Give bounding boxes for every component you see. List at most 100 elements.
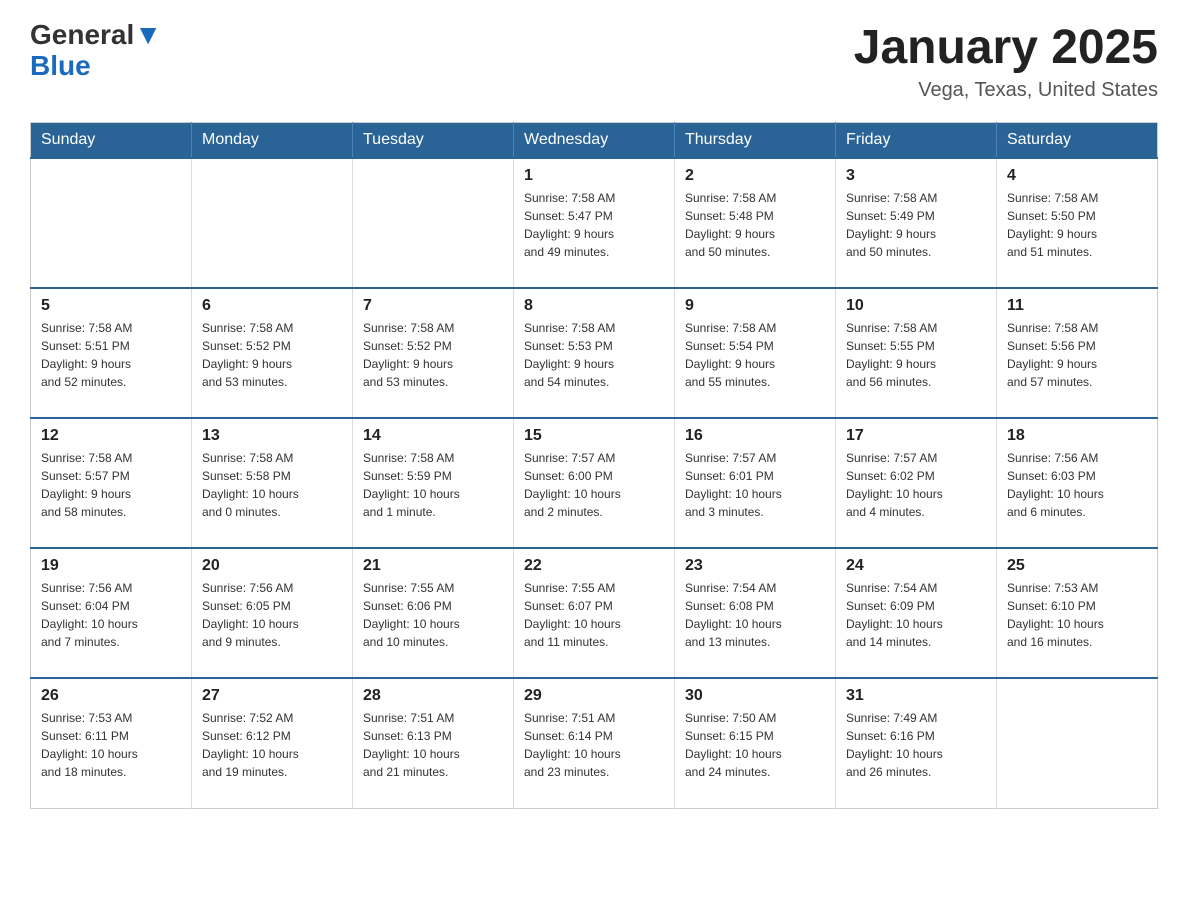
logo-triangle-icon: ▼ [134, 19, 162, 50]
day-info: Sunrise: 7:56 AMSunset: 6:05 PMDaylight:… [202, 579, 342, 651]
calendar-cell: 10 Sunrise: 7:58 AMSunset: 5:55 PMDayligh… [836, 288, 997, 418]
day-number: 26 [41, 687, 181, 705]
day-info: Sunrise: 7:58 AMSunset: 5:58 PMDaylight:… [202, 449, 342, 521]
calendar-cell [31, 158, 192, 288]
calendar-cell: 26 Sunrise: 7:53 AMSunset: 6:11 PMDayligh… [31, 678, 192, 808]
day-info: Sunrise: 7:58 AMSunset: 5:54 PMDaylight:… [685, 319, 825, 391]
day-number: 13 [202, 427, 342, 445]
calendar-cell: 6 Sunrise: 7:58 AMSunset: 5:52 PMDaylight… [192, 288, 353, 418]
day-info: Sunrise: 7:53 AMSunset: 6:11 PMDaylight:… [41, 709, 181, 781]
day-number: 10 [846, 297, 986, 315]
day-info: Sunrise: 7:58 AMSunset: 5:55 PMDaylight:… [846, 319, 986, 391]
day-number: 1 [524, 167, 664, 185]
calendar-week-row: 1 Sunrise: 7:58 AMSunset: 5:47 PMDaylight… [31, 158, 1158, 288]
calendar-cell: 9 Sunrise: 7:58 AMSunset: 5:54 PMDaylight… [675, 288, 836, 418]
calendar-cell [192, 158, 353, 288]
day-number: 18 [1007, 427, 1147, 445]
day-number: 9 [685, 297, 825, 315]
calendar-cell: 29 Sunrise: 7:51 AMSunset: 6:14 PMDayligh… [514, 678, 675, 808]
calendar-cell: 16Sunrise: 7:57 AMSunset: 6:01 PMDayligh… [675, 418, 836, 548]
logo-blue-text: Blue [30, 50, 91, 81]
day-number: 29 [524, 687, 664, 705]
calendar-cell: 13 Sunrise: 7:58 AMSunset: 5:58 PMDayligh… [192, 418, 353, 548]
calendar-cell: 17Sunrise: 7:57 AMSunset: 6:02 PMDayligh… [836, 418, 997, 548]
calendar-cell: 7Sunrise: 7:58 AMSunset: 5:52 PMDaylight… [353, 288, 514, 418]
day-info: Sunrise: 7:58 AMSunset: 5:49 PMDaylight:… [846, 189, 986, 261]
day-header-sunday: Sunday [31, 123, 192, 159]
day-number: 28 [363, 687, 503, 705]
title-section: January 2025 Vega, Texas, United States [854, 20, 1158, 102]
day-info: Sunrise: 7:57 AMSunset: 6:01 PMDaylight:… [685, 449, 825, 521]
calendar-week-row: 26 Sunrise: 7:53 AMSunset: 6:11 PMDayligh… [31, 678, 1158, 808]
day-header-monday: Monday [192, 123, 353, 159]
day-info: Sunrise: 7:58 AMSunset: 5:53 PMDaylight:… [524, 319, 664, 391]
calendar-header-row: SundayMondayTuesdayWednesdayThursdayFrid… [31, 123, 1158, 159]
day-number: 21 [363, 557, 503, 575]
day-number: 31 [846, 687, 986, 705]
day-header-friday: Friday [836, 123, 997, 159]
day-number: 27 [202, 687, 342, 705]
day-number: 20 [202, 557, 342, 575]
day-info: Sunrise: 7:57 AMSunset: 6:02 PMDaylight:… [846, 449, 986, 521]
day-info: Sunrise: 7:56 AMSunset: 6:04 PMDaylight:… [41, 579, 181, 651]
day-number: 2 [685, 167, 825, 185]
day-info: Sunrise: 7:53 AMSunset: 6:10 PMDaylight:… [1007, 579, 1147, 651]
day-info: Sunrise: 7:58 AMSunset: 5:51 PMDaylight:… [41, 319, 181, 391]
day-number: 22 [524, 557, 664, 575]
day-header-thursday: Thursday [675, 123, 836, 159]
day-number: 4 [1007, 167, 1147, 185]
day-info: Sunrise: 7:58 AMSunset: 5:52 PMDaylight:… [202, 319, 342, 391]
day-info: Sunrise: 7:56 AMSunset: 6:03 PMDaylight:… [1007, 449, 1147, 521]
calendar-cell: 15Sunrise: 7:57 AMSunset: 6:00 PMDayligh… [514, 418, 675, 548]
day-header-wednesday: Wednesday [514, 123, 675, 159]
calendar-cell: 4 Sunrise: 7:58 AMSunset: 5:50 PMDaylight… [997, 158, 1158, 288]
day-info: Sunrise: 7:57 AMSunset: 6:00 PMDaylight:… [524, 449, 664, 521]
day-info: Sunrise: 7:54 AMSunset: 6:08 PMDaylight:… [685, 579, 825, 651]
calendar-cell: 21 Sunrise: 7:55 AMSunset: 6:06 PMDayligh… [353, 548, 514, 678]
day-number: 6 [202, 297, 342, 315]
calendar-cell: 25Sunrise: 7:53 AMSunset: 6:10 PMDayligh… [997, 548, 1158, 678]
day-header-tuesday: Tuesday [353, 123, 514, 159]
calendar-cell: 23 Sunrise: 7:54 AMSunset: 6:08 PMDayligh… [675, 548, 836, 678]
calendar-week-row: 5 Sunrise: 7:58 AMSunset: 5:51 PMDaylight… [31, 288, 1158, 418]
calendar-cell: 5 Sunrise: 7:58 AMSunset: 5:51 PMDaylight… [31, 288, 192, 418]
calendar-cell: 19 Sunrise: 7:56 AMSunset: 6:04 PMDayligh… [31, 548, 192, 678]
day-info: Sunrise: 7:49 AMSunset: 6:16 PMDaylight:… [846, 709, 986, 781]
logo: General▼Blue [30, 20, 162, 82]
day-info: Sunrise: 7:58 AMSunset: 5:57 PMDaylight:… [41, 449, 181, 521]
calendar-cell: 30 Sunrise: 7:50 AMSunset: 6:15 PMDayligh… [675, 678, 836, 808]
calendar-week-row: 12 Sunrise: 7:58 AMSunset: 5:57 PMDayligh… [31, 418, 1158, 548]
day-info: Sunrise: 7:55 AMSunset: 6:06 PMDaylight:… [363, 579, 503, 651]
day-header-saturday: Saturday [997, 123, 1158, 159]
day-info: Sunrise: 7:58 AMSunset: 5:50 PMDaylight:… [1007, 189, 1147, 261]
day-number: 11 [1007, 297, 1147, 315]
calendar-table: SundayMondayTuesdayWednesdayThursdayFrid… [30, 122, 1158, 809]
calendar-week-row: 19 Sunrise: 7:56 AMSunset: 6:04 PMDayligh… [31, 548, 1158, 678]
calendar-cell: 2Sunrise: 7:58 AMSunset: 5:48 PMDaylight… [675, 158, 836, 288]
logo-text: General▼Blue [30, 20, 162, 82]
day-info: Sunrise: 7:58 AMSunset: 5:47 PMDaylight:… [524, 189, 664, 261]
day-info: Sunrise: 7:58 AMSunset: 5:59 PMDaylight:… [363, 449, 503, 521]
day-info: Sunrise: 7:51 AMSunset: 6:14 PMDaylight:… [524, 709, 664, 781]
calendar-cell: 20 Sunrise: 7:56 AMSunset: 6:05 PMDayligh… [192, 548, 353, 678]
calendar-cell: 14 Sunrise: 7:58 AMSunset: 5:59 PMDayligh… [353, 418, 514, 548]
day-number: 7 [363, 297, 503, 315]
day-number: 19 [41, 557, 181, 575]
main-title: January 2025 [854, 20, 1158, 75]
subtitle: Vega, Texas, United States [854, 79, 1158, 102]
calendar-cell [997, 678, 1158, 808]
day-number: 30 [685, 687, 825, 705]
day-number: 23 [685, 557, 825, 575]
day-info: Sunrise: 7:52 AMSunset: 6:12 PMDaylight:… [202, 709, 342, 781]
day-info: Sunrise: 7:50 AMSunset: 6:15 PMDaylight:… [685, 709, 825, 781]
day-number: 5 [41, 297, 181, 315]
calendar-cell: 3Sunrise: 7:58 AMSunset: 5:49 PMDaylight… [836, 158, 997, 288]
day-info: Sunrise: 7:51 AMSunset: 6:13 PMDaylight:… [363, 709, 503, 781]
calendar-cell: 31 Sunrise: 7:49 AMSunset: 6:16 PMDayligh… [836, 678, 997, 808]
calendar-cell: 8Sunrise: 7:58 AMSunset: 5:53 PMDaylight… [514, 288, 675, 418]
day-info: Sunrise: 7:54 AMSunset: 6:09 PMDaylight:… [846, 579, 986, 651]
day-number: 12 [41, 427, 181, 445]
day-number: 14 [363, 427, 503, 445]
calendar-cell: 24Sunrise: 7:54 AMSunset: 6:09 PMDayligh… [836, 548, 997, 678]
calendar-cell: 18 Sunrise: 7:56 AMSunset: 6:03 PMDayligh… [997, 418, 1158, 548]
